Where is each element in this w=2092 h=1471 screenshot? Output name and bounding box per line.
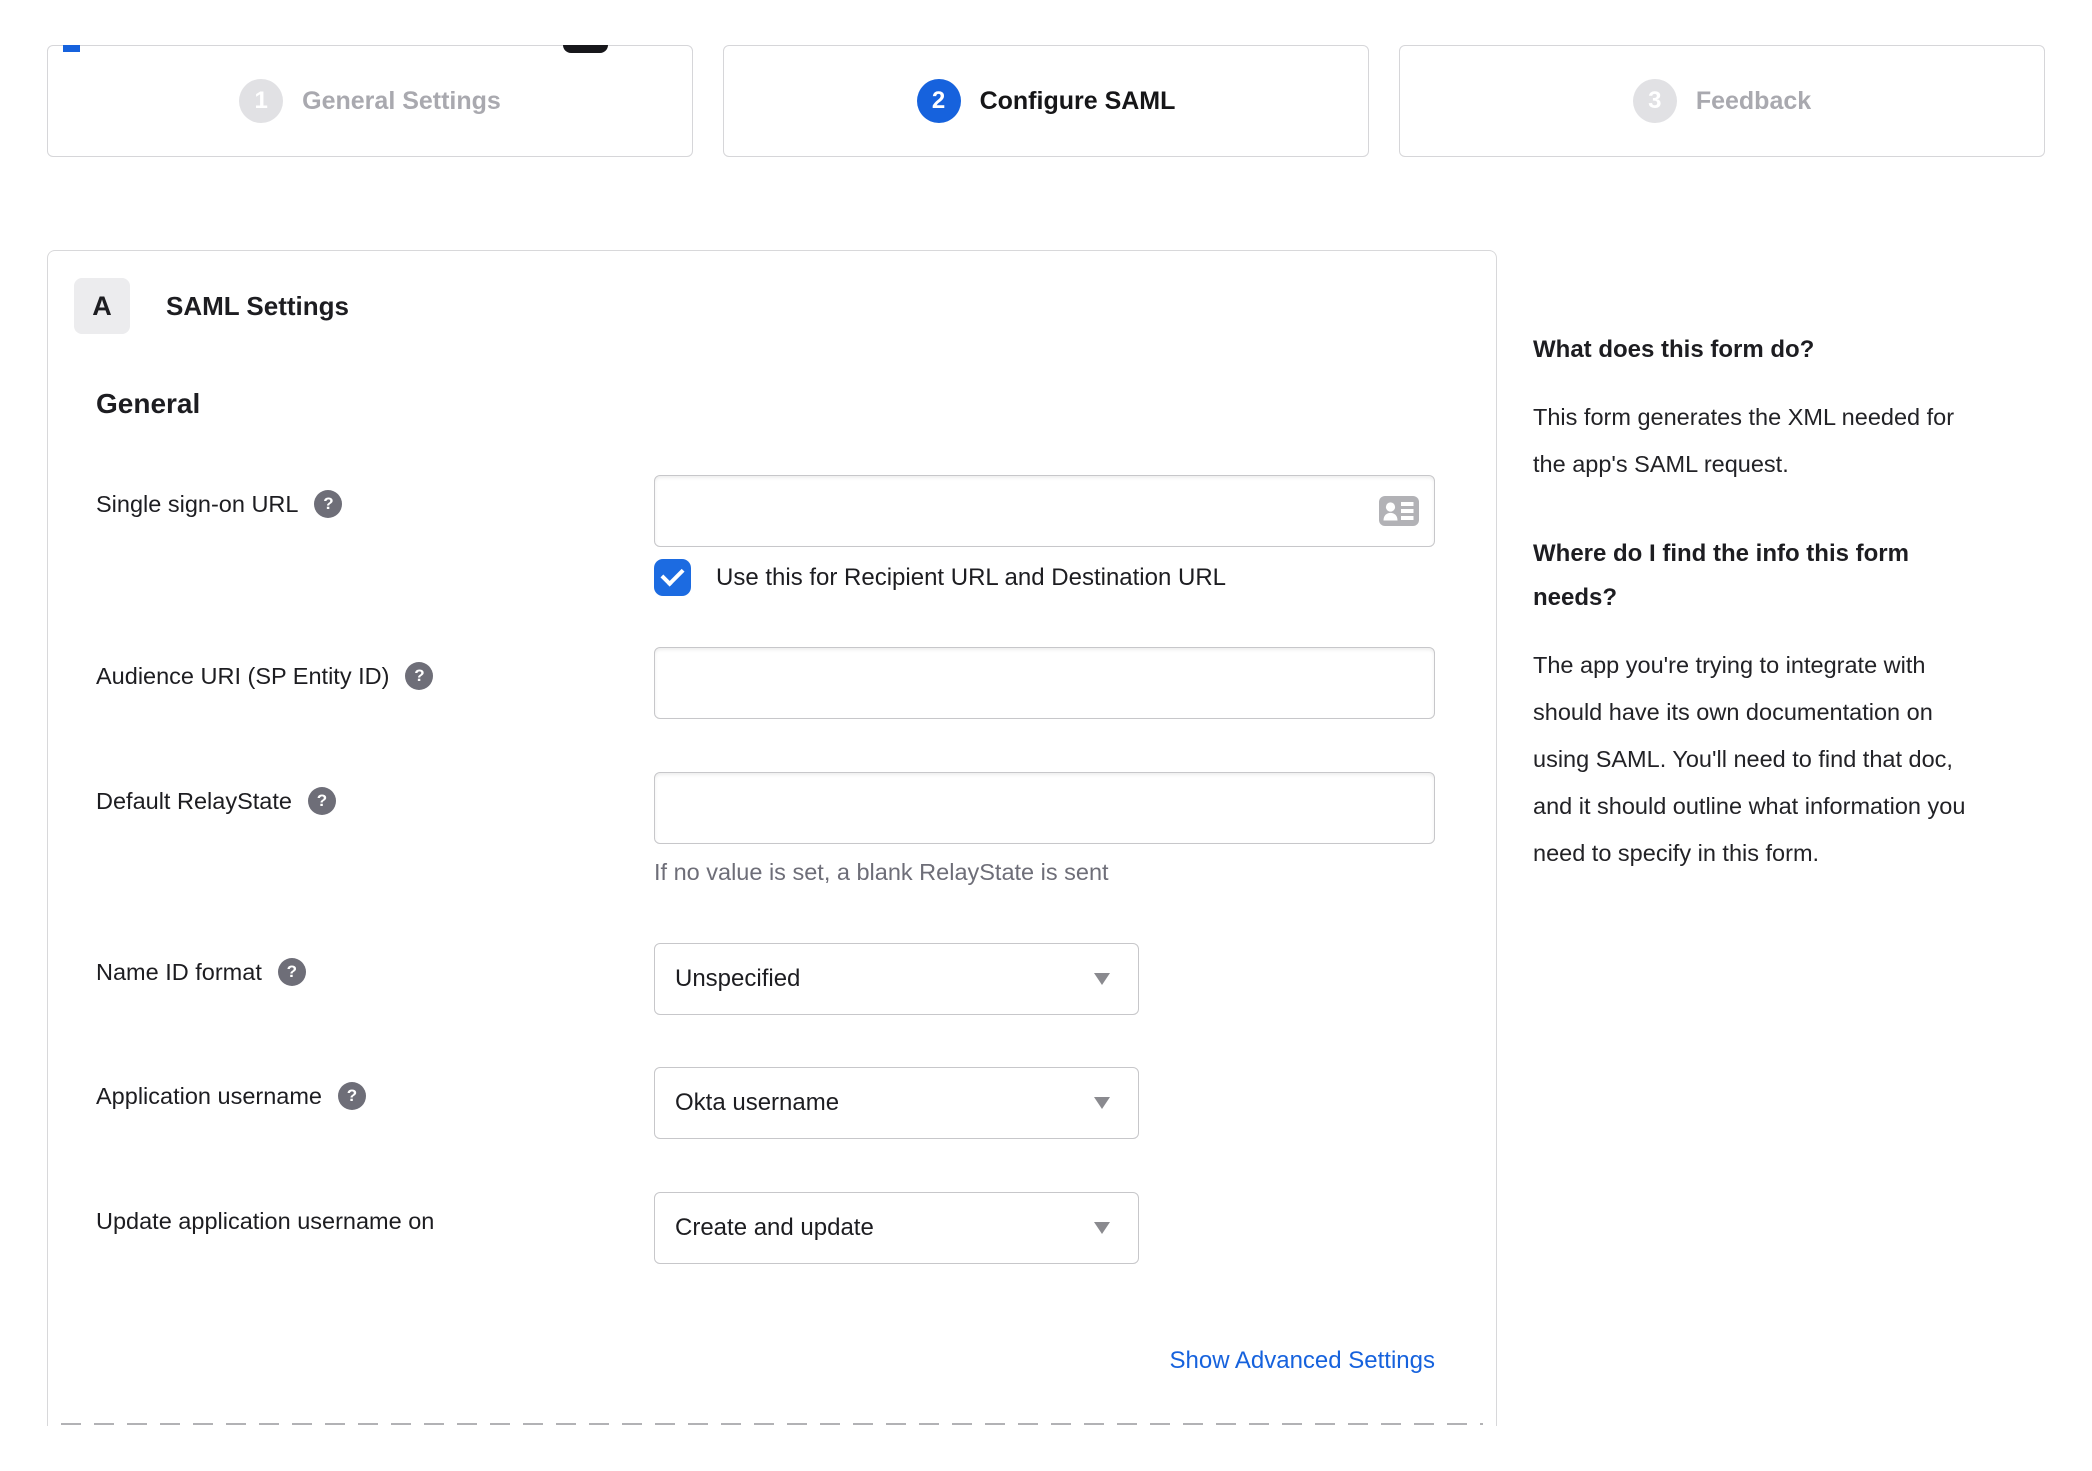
section-dashed-divider	[61, 1423, 1483, 1425]
help-glyph: ?	[286, 962, 298, 981]
name-id-format-label-cell: Name ID format ?	[96, 943, 654, 986]
name-id-format-row: Name ID format ? Unspecified	[96, 943, 1496, 1015]
section-a-badge: A	[74, 278, 130, 334]
section-header: A SAML Settings	[74, 278, 1496, 334]
help-icon[interactable]: ?	[307, 787, 336, 815]
chevron-down-icon	[1094, 1222, 1110, 1234]
help-sidebar: What does this form do? This form genera…	[1533, 250, 2045, 921]
relay-state-input-wrap	[654, 772, 1435, 844]
name-id-format-select[interactable]: Unspecified	[654, 943, 1139, 1015]
recipient-url-checkbox[interactable]	[654, 559, 691, 596]
help-glyph: ?	[316, 791, 328, 810]
help-icon[interactable]: ?	[338, 1082, 366, 1110]
relay-state-hint: If no value is set, a blank RelayState i…	[654, 859, 1109, 885]
audience-uri-label-cell: Audience URI (SP Entity ID) ?	[96, 647, 654, 690]
application-username-select[interactable]: Okta username	[654, 1067, 1139, 1139]
recipient-url-checkbox-label: Use this for Recipient URL and Destinati…	[716, 563, 1227, 591]
contact-card-icon	[1379, 496, 1419, 526]
step-configure-saml[interactable]: 2 Configure SAML	[723, 45, 1369, 157]
relay-state-row: Default RelayState ?	[96, 772, 1496, 844]
relay-state-label-cell: Default RelayState ?	[96, 772, 654, 815]
step-1-label: General Settings	[302, 86, 501, 115]
help-glyph: ?	[414, 666, 425, 685]
application-username-row: Application username ? Okta username	[96, 1067, 1496, 1139]
application-username-value: Okta username	[675, 1089, 840, 1116]
general-group-heading: General	[96, 388, 201, 419]
relay-state-label: Default RelayState	[96, 788, 292, 814]
sso-url-input-wrap	[654, 475, 1435, 547]
sso-url-label-cell: Single sign-on URL ?	[96, 475, 654, 518]
help-answer-2: The app you're trying to integrate with …	[1533, 652, 1966, 866]
help-icon[interactable]: ?	[314, 490, 343, 518]
help-icon[interactable]: ?	[405, 662, 434, 690]
name-id-format-value: Unspecified	[675, 965, 801, 992]
step-2-label: Configure SAML	[979, 86, 1176, 115]
help-answer-1: This form generates the XML needed for t…	[1533, 404, 1955, 477]
cropped-header-fragment-blue	[63, 45, 80, 52]
relay-state-input[interactable]	[654, 772, 1435, 844]
help-glyph: ?	[323, 494, 334, 513]
saml-settings-panel: A SAML Settings General Single sign-on U…	[47, 250, 1497, 1426]
recipient-url-checkbox-row: Use this for Recipient URL and Destinati…	[654, 559, 1496, 596]
sso-url-label: Single sign-on URL	[96, 491, 299, 517]
step-3-label: Feedback	[1695, 86, 1812, 115]
section-title: SAML Settings	[166, 290, 349, 321]
help-icon[interactable]: ?	[277, 958, 306, 986]
update-username-label-cell: Update application username on	[96, 1192, 654, 1235]
help-question-1: What does this form do?	[1533, 336, 1815, 363]
step-2-number-badge: 2	[916, 79, 961, 123]
main-content: A SAML Settings General Single sign-on U…	[47, 250, 2092, 1426]
step-feedback[interactable]: 3 Feedback	[1399, 45, 2045, 157]
advanced-settings-row: Show Advanced Settings	[96, 1347, 1435, 1375]
help-glyph: ?	[346, 1086, 358, 1105]
help-question-2: Where do I find the info this form needs…	[1533, 540, 1909, 611]
chevron-down-icon	[1094, 973, 1110, 985]
chevron-down-icon	[1094, 1097, 1110, 1109]
application-username-label-cell: Application username ?	[96, 1067, 654, 1110]
audience-uri-row: Audience URI (SP Entity ID) ?	[96, 647, 1496, 719]
step-1-number-badge: 1	[239, 79, 284, 123]
audience-uri-label: Audience URI (SP Entity ID)	[96, 663, 390, 689]
update-username-select[interactable]: Create and update	[654, 1192, 1139, 1264]
name-id-format-label: Name ID format	[96, 959, 262, 985]
sso-url-input[interactable]	[654, 475, 1435, 547]
show-advanced-settings-link[interactable]: Show Advanced Settings	[1169, 1347, 1435, 1374]
cropped-header-fragment-dark	[563, 45, 608, 53]
update-username-label: Update application username on	[96, 1208, 435, 1234]
application-username-label: Application username	[96, 1083, 322, 1109]
step-3-number-badge: 3	[1632, 79, 1677, 123]
audience-uri-input[interactable]	[654, 647, 1435, 719]
sso-url-row: Single sign-on URL ?	[96, 475, 1496, 547]
wizard-stepper: 1 General Settings 2 Configure SAML 3 Fe…	[47, 45, 2045, 157]
update-username-value: Create and update	[675, 1214, 874, 1241]
audience-uri-input-wrap	[654, 647, 1435, 719]
update-username-row: Update application username on Create an…	[96, 1192, 1496, 1264]
step-general-settings[interactable]: 1 General Settings	[47, 45, 693, 157]
